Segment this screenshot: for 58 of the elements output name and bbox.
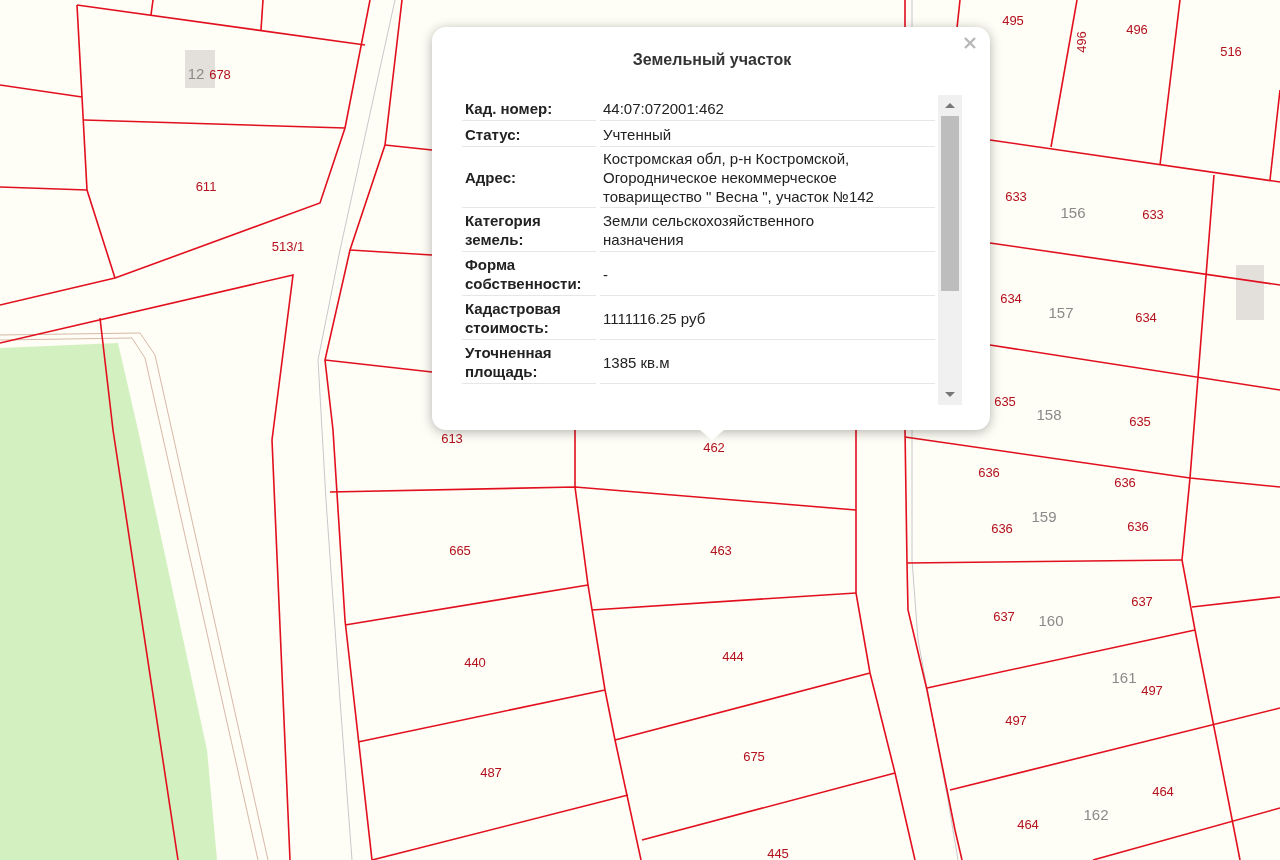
parcel-number: 516 [1220, 44, 1242, 58]
parcel-number: 633 [1005, 189, 1027, 203]
parcel-number: 513/1 [271, 239, 305, 253]
building-icon [1236, 265, 1264, 320]
parcel-number: 633 [1142, 207, 1164, 221]
field-label: Адрес: [462, 147, 596, 208]
field-label: Категория земель: [462, 208, 596, 252]
parcel-number: 634 [1000, 291, 1022, 305]
parcel-number: 678 [209, 67, 231, 81]
parcel-number: 445 [767, 846, 789, 860]
parcel-number: 636 [1114, 475, 1136, 489]
parcel-number: 464 [1017, 817, 1039, 831]
close-icon[interactable] [964, 37, 976, 49]
parcel-number: 497 [1005, 713, 1027, 727]
parcel-number: 159 [1031, 508, 1057, 524]
parcel-number: 161 [1111, 669, 1137, 685]
parcel-number: 497 [1141, 683, 1163, 697]
parcel-number: 158 [1036, 406, 1062, 422]
scrollbar[interactable] [938, 95, 962, 405]
field-value: 1385 кв.м [600, 340, 935, 384]
parcel-number: 613 [441, 431, 463, 445]
parcel-number: 156 [1060, 204, 1086, 220]
field-label: Форма собственности: [462, 252, 596, 296]
parcel-number: 635 [1129, 414, 1151, 428]
field-label: Кадастровая стоимость: [462, 296, 596, 340]
parcel-number: 636 [978, 465, 1000, 479]
parcel-number: 495 [1002, 13, 1024, 27]
parcel-number: 675 [743, 749, 765, 763]
field-label: Статус: [462, 121, 596, 147]
field-value: 1111116.25 руб [600, 296, 935, 340]
field-label: Кад. номер: [462, 95, 596, 121]
field-value: 44:07:072001:462 [600, 95, 935, 121]
parcel-number: 440 [464, 655, 486, 669]
parcel-number: 162 [1083, 806, 1109, 822]
parcel-number: 487 [480, 765, 502, 779]
parcel-number: 611 [195, 179, 217, 193]
popup-title: Земельный участок [631, 51, 793, 69]
parcel-number: 636 [1127, 519, 1149, 533]
parcel-number: 636 [991, 521, 1013, 535]
parcel-number: 665 [449, 543, 471, 557]
field-label: Уточненная площадь: [462, 340, 596, 384]
parcel-number: 463 [710, 543, 732, 557]
parcel-number: 634 [1135, 310, 1157, 324]
parcel-number: 635 [994, 394, 1016, 408]
parcel-number: 637 [1131, 594, 1153, 608]
parcel-number: 12 [187, 65, 205, 81]
parcel-number: 496 [1074, 31, 1088, 53]
parcel-number: 496 [1126, 22, 1148, 36]
field-value: Костромская обл, р-н Костромской, Огородническое некоммерческое товарищество " Весна ", участок №142 [600, 147, 935, 208]
parcel-number: 462 [703, 440, 725, 454]
field-value: - [600, 252, 935, 296]
parcel-number: 157 [1048, 304, 1074, 320]
parcel-number: 444 [722, 649, 744, 663]
parcel-number: 464 [1152, 784, 1174, 798]
parcel-number: 160 [1038, 612, 1064, 628]
parcel-number: 637 [993, 609, 1015, 623]
field-value: Земли сельскохозяйственного назначения [600, 208, 935, 252]
field-value: Учтенный [600, 121, 935, 147]
